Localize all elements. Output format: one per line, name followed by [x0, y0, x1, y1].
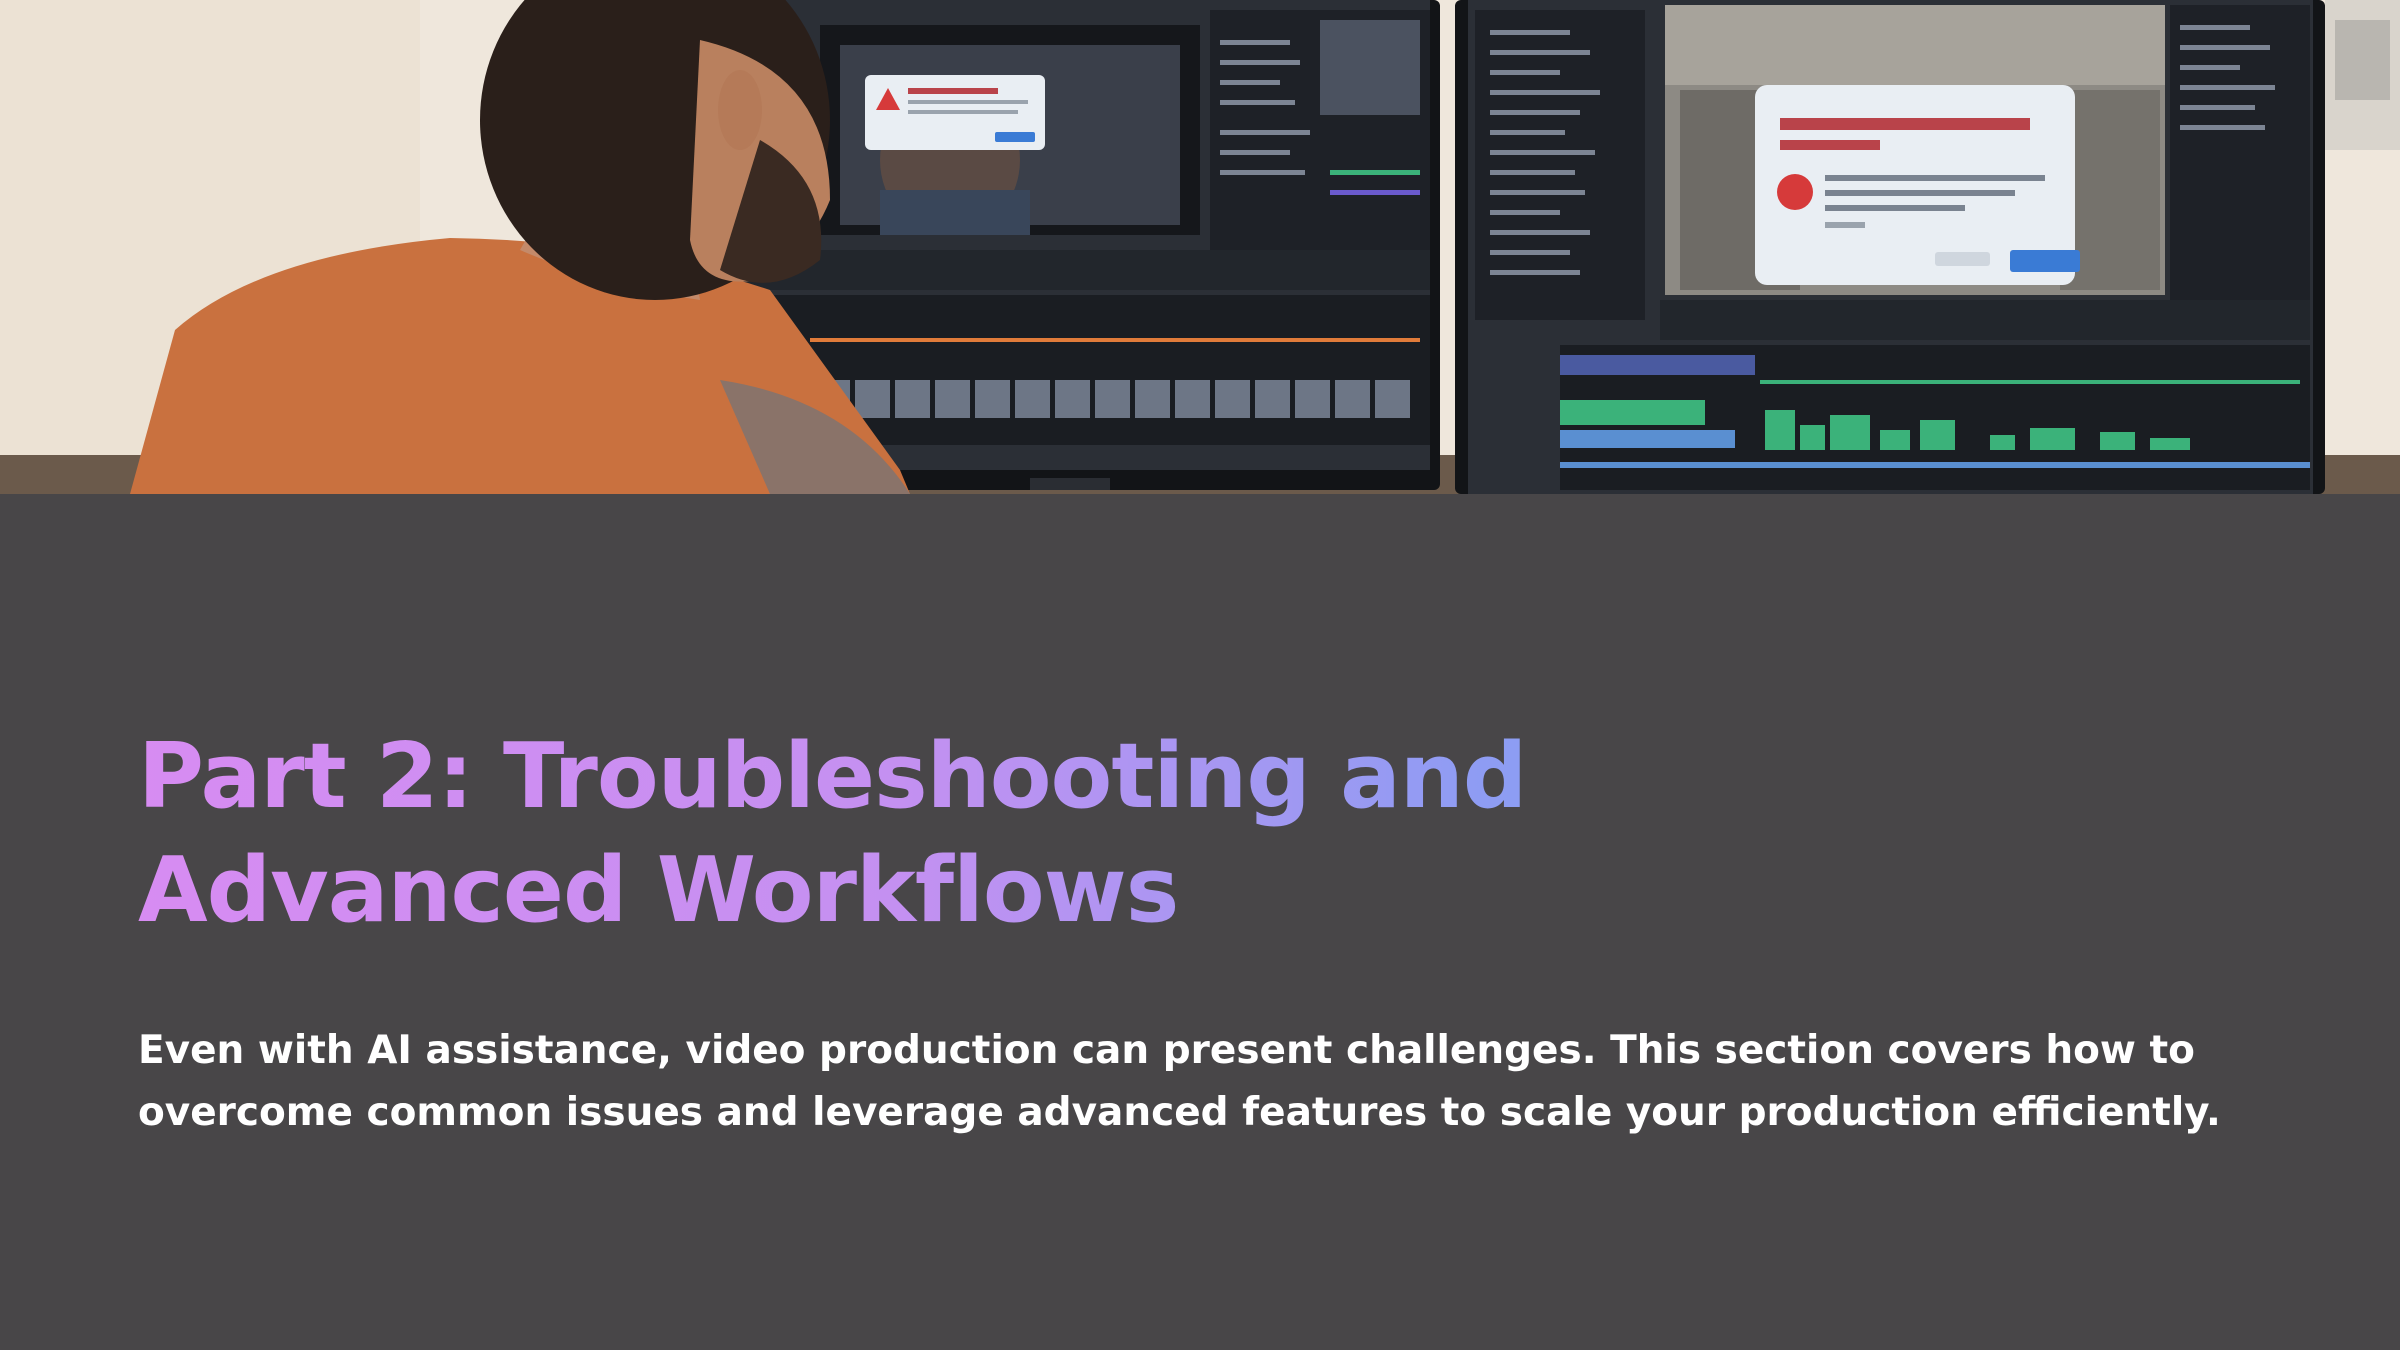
section-description: Even with AI assistance, video productio… [138, 1028, 2221, 1135]
section-title: Part 2: Troubleshooting and Advanced Wor… [138, 720, 2038, 948]
hero-illustration [0, 0, 2400, 494]
section-content: Part 2: Troubleshooting and Advanced Wor… [138, 720, 2288, 1144]
slide: Part 2: Troubleshooting and Advanced Wor… [0, 0, 2400, 1350]
right-monitor [1455, 0, 2325, 494]
hero-photo [0, 0, 2400, 494]
